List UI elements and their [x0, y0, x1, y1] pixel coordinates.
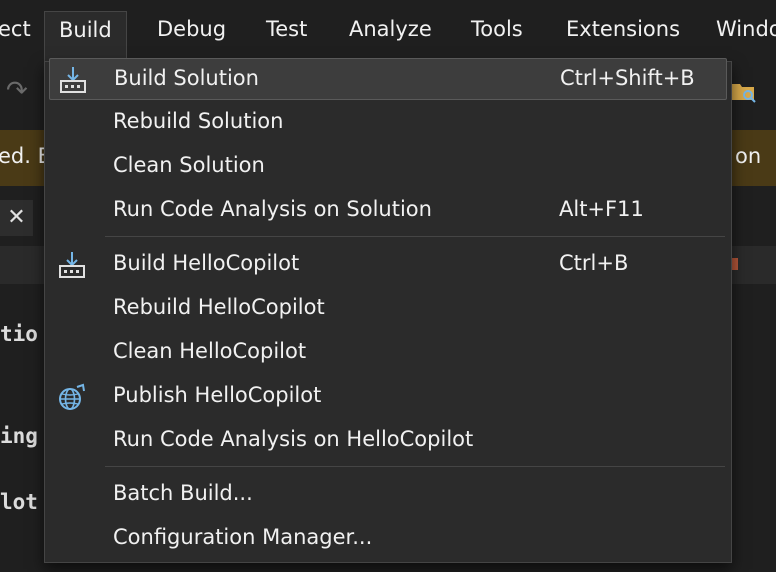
code-line: ing: [0, 424, 38, 448]
code-line: tio: [0, 322, 38, 346]
menu-debug[interactable]: Debug: [157, 17, 226, 41]
menu-separator: [105, 466, 725, 467]
menu-item-build-solution[interactable]: Build Solution Ctrl+Shift+B: [49, 58, 727, 100]
menu-item-clean-project[interactable]: Clean HelloCopilot: [49, 332, 727, 374]
build-menu-dropdown: Build Solution Ctrl+Shift+B Rebuild Solu…: [44, 58, 732, 563]
menu-item-label: Batch Build...: [113, 481, 253, 505]
menu-item-run-code-analysis-solution[interactable]: Run Code Analysis on Solution Alt+F11: [49, 190, 727, 232]
menu-item-label: Run Code Analysis on Solution: [113, 197, 432, 221]
undo-icon[interactable]: ↷: [6, 76, 28, 106]
menu-analyze[interactable]: Analyze: [349, 17, 432, 41]
menu-item-label: Clean Solution: [113, 153, 265, 177]
menu-item-shortcut: Ctrl+B: [559, 251, 629, 275]
menu-item-label: Run Code Analysis on HelloCopilot: [113, 427, 474, 451]
menu-window[interactable]: Windo: [716, 17, 776, 41]
menu-item-label: Build HelloCopilot: [113, 251, 300, 275]
menu-item-shortcut: Alt+F11: [559, 197, 644, 221]
close-icon[interactable]: ✕: [0, 200, 33, 236]
menu-item-label: Rebuild HelloCopilot: [113, 295, 325, 319]
build-icon: [59, 252, 85, 278]
menu-test[interactable]: Test: [266, 17, 307, 41]
menu-item-label: Rebuild Solution: [113, 109, 284, 133]
menu-item-label: Configuration Manager...: [113, 525, 373, 549]
menu-item-batch-build[interactable]: Batch Build...: [49, 474, 727, 516]
code-line: lot: [0, 490, 38, 514]
menu-build[interactable]: Build: [44, 11, 127, 62]
publish-globe-icon: [59, 383, 85, 410]
menu-item-label: Publish HelloCopilot: [113, 383, 322, 407]
menu-item-configuration-manager[interactable]: Configuration Manager...: [49, 518, 727, 560]
menu-item-publish-project[interactable]: Publish HelloCopilot: [49, 376, 727, 418]
menu-tools[interactable]: Tools: [471, 17, 523, 41]
build-icon: [60, 67, 86, 93]
info-bar-text-right: on: [735, 144, 762, 168]
menu-item-build-project[interactable]: Build HelloCopilot Ctrl+B: [49, 244, 727, 286]
menu-bar: ect Build Debug Test Analyze Tools Exten…: [0, 0, 776, 62]
menu-item-run-code-analysis-project[interactable]: Run Code Analysis on HelloCopilot: [49, 420, 727, 462]
menu-item-label: Build Solution: [114, 66, 259, 90]
menu-item-rebuild-project[interactable]: Rebuild HelloCopilot: [49, 288, 727, 330]
menu-extensions[interactable]: Extensions: [566, 17, 680, 41]
menu-item-rebuild-solution[interactable]: Rebuild Solution: [49, 102, 727, 144]
folder-search-icon[interactable]: [730, 78, 756, 104]
menu-item-clean-solution[interactable]: Clean Solution: [49, 146, 727, 188]
menu-item-shortcut: Ctrl+Shift+B: [560, 66, 695, 90]
menu-separator: [105, 236, 725, 237]
menu-item-label: Clean HelloCopilot: [113, 339, 307, 363]
menu-project[interactable]: ect: [0, 17, 31, 41]
